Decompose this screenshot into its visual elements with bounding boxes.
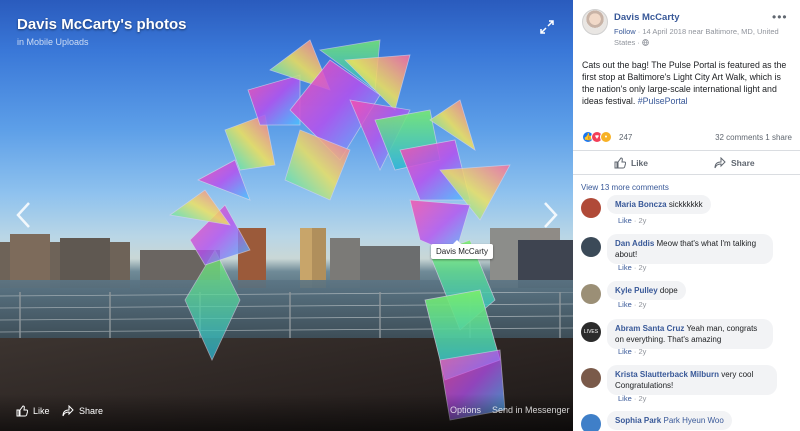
comment-bubble: Maria Boncza sickkkkkk: [607, 195, 711, 214]
photo-share-label: Share: [79, 406, 104, 416]
share-label: Share: [731, 158, 755, 168]
more-options-icon[interactable]: •••: [772, 10, 788, 24]
comment-actions: Like · 2y: [618, 216, 647, 225]
author-name[interactable]: Davis McCarty: [614, 12, 679, 23]
comment-time[interactable]: 2y: [638, 347, 646, 356]
commenter-avatar[interactable]: [581, 414, 601, 431]
pulse-portal-sculpture: [168, 39, 511, 421]
view-more-comments-link[interactable]: View 13 more comments: [581, 183, 669, 192]
like-label: Like: [631, 158, 649, 168]
share-arrow-icon: [62, 405, 74, 417]
photo-like-label: Like: [33, 406, 50, 416]
share-arrow-icon: [714, 157, 726, 169]
follow-link[interactable]: Follow: [614, 27, 636, 36]
comment-like-link[interactable]: Like: [618, 394, 632, 403]
post-panel: Davis McCarty Follow · 14 April 2018 nea…: [573, 0, 800, 431]
action-bar: Like Share: [573, 150, 800, 175]
commenter-name[interactable]: Dan Addis: [615, 239, 654, 248]
comment-bubble: Krista Slautterback Milburn very cool Co…: [607, 365, 777, 395]
commenter-name[interactable]: Maria Boncza: [615, 200, 667, 209]
comment-like-link[interactable]: Like: [618, 347, 632, 356]
share-button[interactable]: Share: [714, 157, 755, 169]
album-title[interactable]: Davis McCarty's photos: [17, 16, 186, 33]
comment-time[interactable]: 2y: [638, 300, 646, 309]
expand-icon[interactable]: [539, 19, 555, 35]
post-header: Davis McCarty Follow · 14 April 2018 nea…: [573, 0, 800, 52]
comment-actions: Like · 2y: [618, 263, 647, 272]
author-avatar[interactable]: [582, 9, 608, 35]
globe-icon: [642, 39, 649, 46]
post-caption: Cats out the bag! The Pulse Portal is fe…: [582, 59, 795, 107]
comment-actions: Like · 2y: [618, 347, 647, 356]
hashtag-link[interactable]: #PulsePortal: [638, 96, 688, 106]
commenter-name[interactable]: Abram Santa Cruz: [615, 324, 684, 333]
photo-tag[interactable]: Davis McCarty: [431, 240, 494, 259]
comment-actions: Like · 2y: [618, 394, 647, 403]
comment-bubble: Abram Santa Cruz Yeah man, congrats on e…: [607, 319, 773, 349]
commenter-name[interactable]: Sophia Park: [615, 416, 661, 425]
photo-viewer: Davis McCarty's photos in Mobile Uploads…: [0, 0, 573, 431]
album-subtitle[interactable]: in Mobile Uploads: [17, 37, 89, 47]
comments-shares-count[interactable]: 32 comments 1 share: [715, 133, 792, 142]
commenter-name[interactable]: Krista Slautterback Milburn: [615, 370, 719, 379]
commenter-avatar[interactable]: [581, 237, 601, 257]
photo-share-button[interactable]: Share: [62, 405, 103, 417]
reaction-stats: 👍 ♥ • 247 32 comments 1 share: [582, 131, 792, 145]
commenter-name[interactable]: Kyle Pulley: [615, 286, 658, 295]
previous-photo-icon[interactable]: [14, 200, 34, 230]
comment-text: dope: [659, 286, 678, 295]
comment-text[interactable]: Park Hyeun Woo: [663, 416, 723, 425]
comment-actions: Like · 2y: [618, 300, 647, 309]
post-meta-text: · 14 April 2018 near Baltimore, MD, Unit…: [614, 27, 779, 47]
reaction-icons[interactable]: 👍 ♥ •: [582, 131, 612, 143]
post-meta: Follow · 14 April 2018 near Baltimore, M…: [614, 26, 792, 48]
comment-bubble: Sophia Park Park Hyeun Woo: [607, 411, 732, 430]
comment-like-link[interactable]: Like: [618, 300, 632, 309]
comment-like-link[interactable]: Like: [618, 216, 632, 225]
comment-bubble: Dan Addis Meow that's what I'm talking a…: [607, 234, 773, 264]
next-photo-icon[interactable]: [540, 200, 560, 230]
photo-like-button[interactable]: Like: [16, 405, 50, 417]
comment-time[interactable]: 2y: [638, 263, 646, 272]
commenter-avatar[interactable]: [581, 198, 601, 218]
wow-reaction-icon: •: [600, 131, 612, 143]
thumbs-up-icon: [16, 405, 28, 417]
send-in-messenger-button[interactable]: Send in Messenger: [492, 405, 570, 415]
reaction-count[interactable]: 247: [619, 133, 632, 142]
commenter-avatar[interactable]: [581, 368, 601, 388]
comment-like-link[interactable]: Like: [618, 263, 632, 272]
options-button[interactable]: Options: [450, 405, 481, 415]
like-button[interactable]: Like: [614, 157, 648, 169]
commenter-avatar[interactable]: LIVES: [581, 322, 601, 342]
comment-bubble: Kyle Pulley dope: [607, 281, 686, 300]
comment-time[interactable]: 2y: [638, 394, 646, 403]
commenter-avatar[interactable]: [581, 284, 601, 304]
comment-text: sickkkkkk: [668, 200, 703, 209]
thumbs-up-icon: [614, 157, 626, 169]
comment-time[interactable]: 2y: [638, 216, 646, 225]
